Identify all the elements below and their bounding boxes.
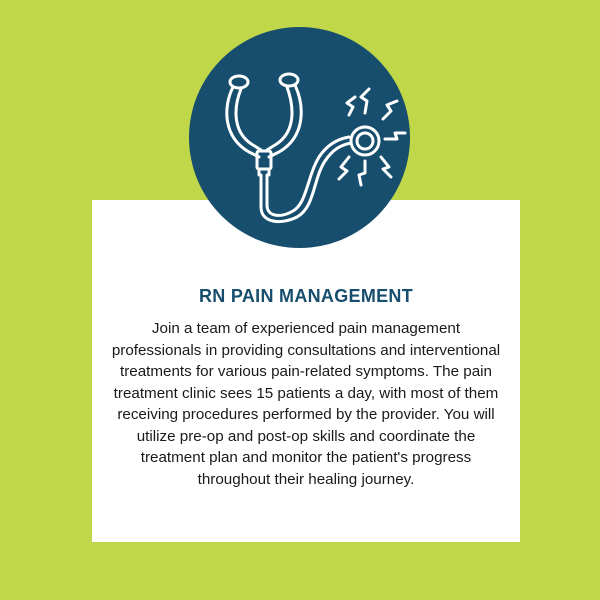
stethoscope-icon	[225, 72, 407, 224]
job-description: Join a team of experienced pain manageme…	[111, 320, 501, 488]
page-title: RN PAIN MANAGEMENT	[198, 286, 414, 306]
icon-circle	[189, 27, 410, 248]
